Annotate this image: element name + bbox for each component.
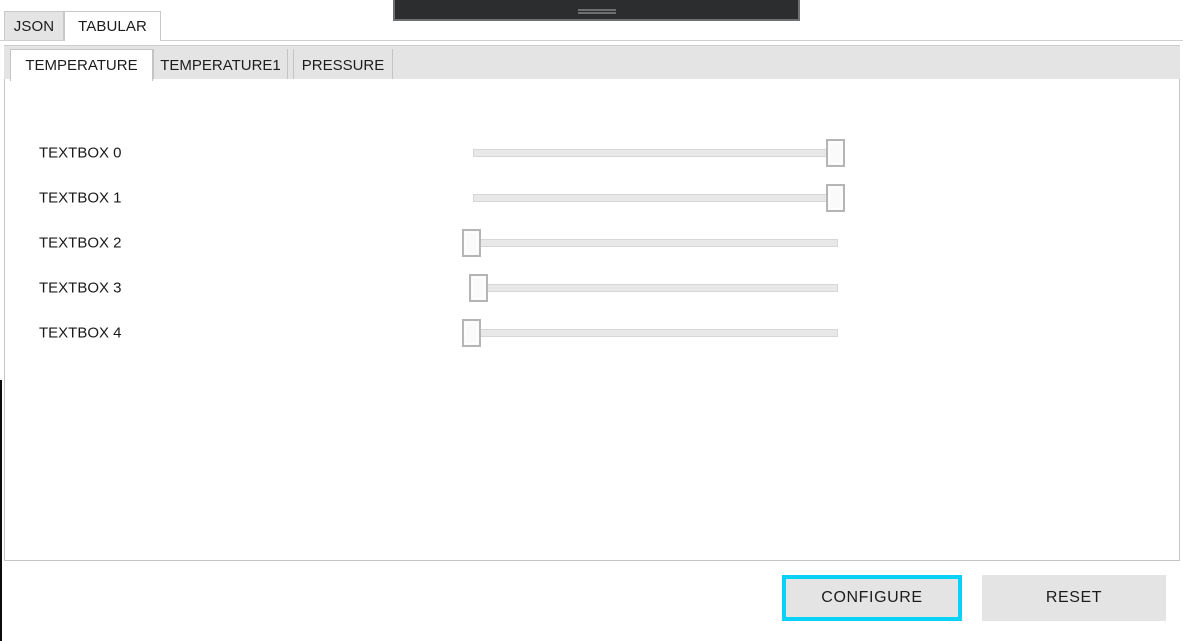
slider-label-2: TEXTBOX 2	[39, 234, 122, 252]
table-row: TEXTBOX 4	[5, 317, 1179, 349]
slider-textbox-1[interactable]	[469, 184, 845, 212]
slider-form: TEXTBOX 0 TEXTBOX 1 TEXTBOX 2 TEXTBOX 3	[4, 79, 1180, 561]
tab-tabular-label: TABULAR	[78, 18, 147, 35]
slider-label-4: TEXTBOX 4	[39, 324, 122, 342]
tab-temperature1[interactable]: TEMPERATURE1	[153, 49, 288, 81]
tab-tabular[interactable]: TABULAR	[64, 11, 161, 41]
reset-button[interactable]: RESET	[982, 575, 1166, 621]
slider-textbox-3[interactable]	[462, 274, 838, 302]
tab-json[interactable]: JSON	[4, 11, 64, 41]
action-bar: CONFIGURE RESET	[0, 566, 1183, 641]
reset-button-label: RESET	[1045, 589, 1103, 606]
slider-thumb[interactable]	[462, 319, 481, 347]
slider-thumb[interactable]	[826, 184, 845, 212]
slider-track[interactable]	[479, 329, 838, 337]
slider-label-0: TEXTBOX 0	[39, 144, 122, 162]
tab-pressure-label: PRESSURE	[301, 56, 385, 74]
slider-thumb[interactable]	[462, 229, 481, 257]
drag-handle-icon[interactable]	[577, 9, 616, 14]
slider-track[interactable]	[486, 284, 838, 292]
slider-label-3: TEXTBOX 3	[39, 279, 122, 297]
left-edge-rail	[0, 380, 2, 641]
slider-label-1: TEXTBOX 1	[39, 189, 122, 207]
configure-button-label: CONFIGURE	[821, 589, 923, 606]
tab-pressure[interactable]: PRESSURE	[293, 49, 393, 81]
slider-thumb[interactable]	[826, 139, 845, 167]
slider-track[interactable]	[479, 239, 838, 247]
table-row: TEXTBOX 0	[5, 137, 1179, 169]
slider-textbox-0[interactable]	[469, 139, 845, 167]
tab-bar-divider	[0, 40, 1183, 41]
tab-json-label: JSON	[13, 18, 55, 35]
tab-temperature[interactable]: TEMPERATURE	[10, 49, 153, 81]
top-drawer-panel[interactable]	[393, 0, 800, 21]
configure-button[interactable]: CONFIGURE	[782, 575, 962, 621]
slider-textbox-2[interactable]	[462, 229, 838, 257]
tab-temperature-label: TEMPERATURE	[25, 57, 138, 74]
tab-temperature1-label: TEMPERATURE1	[160, 56, 281, 74]
slider-textbox-4[interactable]	[462, 319, 838, 347]
slider-track[interactable]	[473, 194, 828, 202]
table-row: TEXTBOX 3	[5, 272, 1179, 304]
table-row: TEXTBOX 1	[5, 182, 1179, 214]
slider-track[interactable]	[473, 149, 828, 157]
slider-thumb[interactable]	[469, 274, 488, 302]
table-row: TEXTBOX 2	[5, 227, 1179, 259]
tabular-panel: TEMPERATURE TEMPERATURE1 PRESSURE TEXTBO…	[4, 45, 1180, 561]
inner-tab-strip: TEMPERATURE TEMPERATURE1 PRESSURE	[4, 45, 1180, 81]
